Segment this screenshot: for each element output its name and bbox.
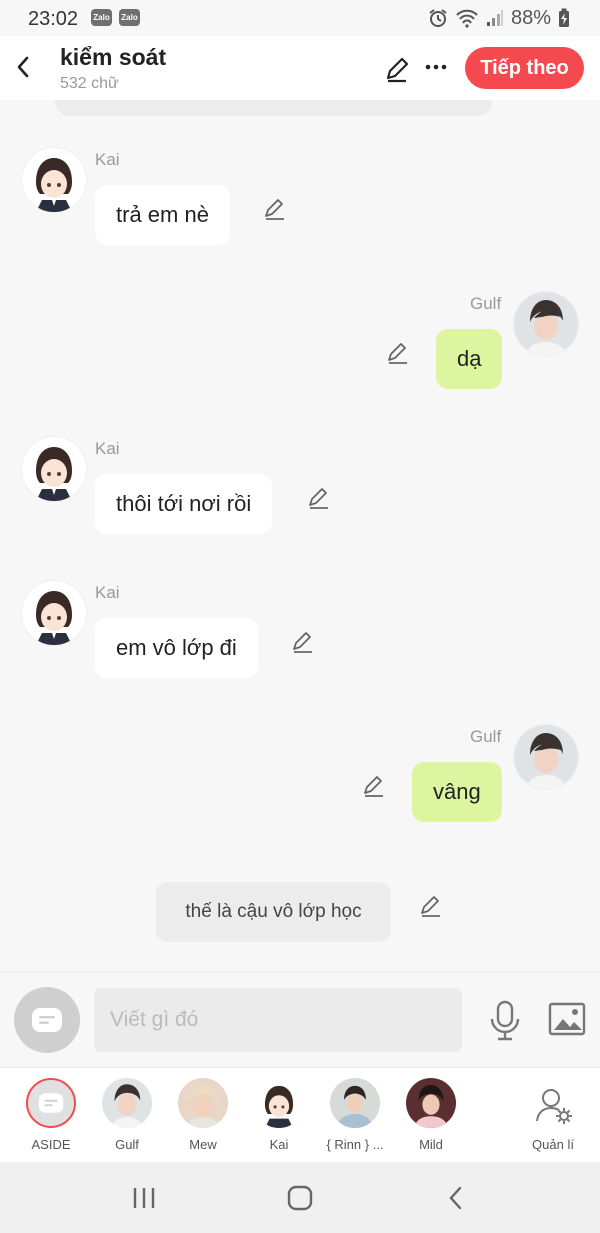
message-input[interactable]	[94, 988, 462, 1052]
gulf-avatar-image	[514, 725, 578, 789]
sender-name: Gulf	[470, 727, 502, 746]
status-time: 23:02	[28, 8, 79, 30]
edit-message-button[interactable]	[262, 196, 288, 222]
previous-message-partial	[55, 100, 492, 116]
character-kai[interactable]: Kai	[242, 1078, 314, 1158]
system-nav-bar	[0, 1162, 600, 1233]
character-label: Mild	[419, 1137, 443, 1152]
more-options-button[interactable]	[422, 54, 450, 80]
nav-back-button[interactable]	[436, 1182, 476, 1214]
battery-percent: 88%	[510, 6, 551, 29]
rinn-avatar-image	[330, 1078, 380, 1128]
manage-user-icon	[536, 1089, 572, 1124]
more-icon	[425, 64, 447, 70]
pencil-icon	[364, 776, 383, 797]
message-bubble[interactable]: em vô lớp đi	[95, 618, 258, 678]
battery-charging-icon	[559, 8, 569, 27]
chat-bubble-icon	[32, 1008, 62, 1032]
back-button[interactable]	[8, 50, 38, 84]
kai-avatar-image	[254, 1078, 304, 1128]
wifi-icon	[456, 9, 478, 28]
message-bubble[interactable]: thôi tới nơi rồi	[95, 474, 273, 534]
mew-avatar	[178, 1078, 228, 1128]
message-bubble[interactable]: dạ	[436, 329, 503, 389]
pencil-icon	[309, 488, 328, 509]
image-button[interactable]	[548, 999, 586, 1039]
mild-avatar-image	[406, 1078, 456, 1128]
edit-message-button[interactable]	[361, 773, 387, 799]
sender-name: Gulf	[470, 294, 502, 313]
narration-bubble[interactable]: thế là cậu vô lớp học	[156, 882, 391, 942]
avatar-gulf[interactable]	[514, 725, 578, 789]
sender-name: Kai	[95, 150, 120, 169]
recents-icon	[133, 1188, 155, 1208]
gulf-avatar-image	[102, 1078, 152, 1128]
word-count: 532 chữ	[60, 75, 119, 92]
status-bar: 23:02 Zalo Zalo 88%	[0, 0, 600, 36]
character-mew[interactable]: Mew	[166, 1078, 238, 1158]
zalo-notification-icon: Zalo	[91, 9, 112, 26]
kai-avatar-image	[22, 148, 86, 212]
avatar-kai[interactable]	[22, 148, 86, 212]
manage-label: Quản lí	[532, 1137, 574, 1152]
nav-back-icon	[449, 1186, 462, 1210]
message-bubble[interactable]: trả em nè	[95, 185, 230, 245]
home-icon	[287, 1185, 313, 1211]
chat-bubble-icon	[38, 1093, 64, 1113]
kai-avatar-image	[22, 437, 86, 501]
app-header: kiểm soát 532 chữ Tiếp theo	[0, 36, 600, 100]
edit-title-button[interactable]	[382, 54, 412, 84]
edit-message-button[interactable]	[290, 629, 316, 655]
page-title: kiểm soát	[60, 44, 167, 70]
zalo-notification-icon: Zalo	[119, 9, 140, 26]
aside-avatar	[26, 1078, 76, 1128]
mild-avatar	[406, 1078, 456, 1128]
chat-area[interactable]: Kai trả em nè Gulf dạ Kai thôi tới nơi r…	[0, 100, 600, 972]
recents-button[interactable]	[124, 1182, 164, 1214]
status-right: 88%	[428, 6, 570, 30]
gulf-avatar-image	[514, 292, 578, 356]
alarm-icon	[429, 9, 447, 27]
pencil-icon	[293, 632, 312, 653]
image-icon	[548, 1002, 586, 1036]
home-button[interactable]	[280, 1182, 320, 1214]
avatar-kai[interactable]	[22, 581, 86, 645]
manage-characters-button[interactable]: Quản lí	[520, 1086, 586, 1158]
avatar-kai[interactable]	[22, 437, 86, 501]
mew-avatar-image	[178, 1078, 228, 1128]
character-rinn[interactable]: { Rinn } ...	[318, 1078, 390, 1158]
avatar-gulf[interactable]	[514, 292, 578, 356]
kai-avatar	[254, 1078, 304, 1128]
back-arrow-icon	[17, 56, 29, 78]
sender-name: Kai	[95, 439, 120, 458]
gulf-avatar	[102, 1078, 152, 1128]
pencil-icon	[386, 57, 409, 83]
character-mild[interactable]: Mild	[394, 1078, 466, 1158]
microphone-icon	[490, 1000, 520, 1041]
character-gulf[interactable]: Gulf	[90, 1078, 162, 1158]
edit-message-button[interactable]	[306, 485, 332, 511]
edit-message-button[interactable]	[418, 893, 444, 919]
kai-avatar-image	[22, 581, 86, 645]
aside-toggle-button[interactable]	[14, 987, 80, 1053]
character-aside[interactable]: ASIDE	[14, 1078, 86, 1158]
rinn-avatar	[330, 1078, 380, 1128]
composer	[0, 972, 600, 1067]
pencil-icon	[265, 199, 284, 220]
edit-message-button[interactable]	[385, 340, 411, 366]
character-bar: ASIDE Gulf Mew Kai { Rinn } ... Mild Quả…	[0, 1067, 600, 1162]
pencil-icon	[421, 896, 440, 917]
sender-name: Kai	[95, 583, 120, 602]
next-button[interactable]: Tiếp theo	[465, 47, 584, 89]
pencil-icon	[388, 343, 407, 364]
signal-icon	[486, 10, 503, 26]
message-bubble[interactable]: vâng	[412, 762, 502, 822]
microphone-button[interactable]	[488, 999, 522, 1043]
